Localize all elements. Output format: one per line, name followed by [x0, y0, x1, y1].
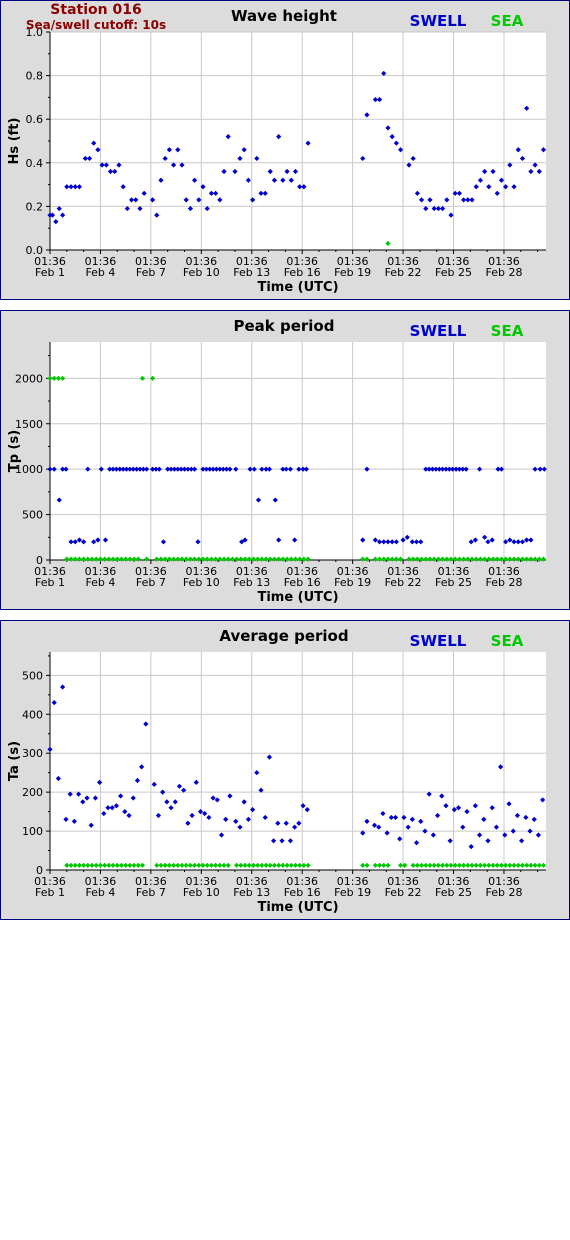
legend-swell: SWELL — [410, 12, 467, 30]
y-tick-label: 0.2 — [26, 200, 44, 213]
x-tick-date: Feb 25 — [435, 266, 472, 279]
x-tick-date: Feb 25 — [435, 576, 472, 589]
station-name: Station 016 — [50, 2, 142, 18]
y-tick-label: 0.6 — [26, 113, 44, 126]
y-tick-label: 0.4 — [26, 157, 44, 170]
plot-area — [50, 342, 546, 560]
wave-height-panel: 0.0 0.2 0.4 0.6 0.8 1.0 01:36 Feb 1 01:36 Feb 4 01… — [0, 0, 570, 300]
x-tick-date: Feb 22 — [385, 576, 422, 589]
wave-height-chart: 0.00.20.40.60.81.001:36Feb 101:36Feb 401… — [7, 7, 547, 295]
y-tick-label: 1500 — [15, 418, 43, 431]
x-tick-date: Feb 25 — [435, 886, 472, 899]
x-tick-date: Feb 7 — [136, 266, 166, 279]
y-axis-label: Ta (s) — [7, 741, 22, 781]
chart-title: Peak period — [234, 317, 335, 335]
x-tick-date: Feb 19 — [334, 886, 371, 899]
legend-swell: SWELL — [410, 322, 467, 340]
y-tick-label: 300 — [22, 747, 43, 760]
legend-sea: SEA — [491, 632, 524, 650]
x-tick-date: Feb 28 — [485, 576, 522, 589]
x-tick-date: Feb 13 — [233, 576, 270, 589]
x-axis-label: Time (UTC) — [257, 280, 338, 295]
average-period-chart: 010020030040050001:36Feb 101:36Feb 401:3… — [7, 627, 547, 915]
x-tick-date: Feb 19 — [334, 266, 371, 279]
y-tick-label: 0.8 — [26, 70, 44, 83]
x-axis-label: Time (UTC) — [257, 590, 338, 605]
y-tick-label: 400 — [22, 708, 43, 721]
x-tick-date: Feb 1 — [35, 266, 65, 279]
x-tick-date: Feb 13 — [233, 266, 270, 279]
x-tick-date: Feb 7 — [136, 576, 166, 589]
y-tick-label: 100 — [22, 825, 43, 838]
average-period-panel: 0 100 200 300 400 500 01:36 Feb 1 01:36 Feb 4 01:3… — [0, 620, 570, 920]
x-tick-date: Feb 10 — [183, 576, 220, 589]
x-tick-date: Feb 10 — [183, 266, 220, 279]
y-axis-label: Tp (s) — [7, 430, 22, 472]
x-tick-date: Feb 4 — [85, 266, 115, 279]
x-tick-date: Feb 4 — [85, 886, 115, 899]
x-tick-date: Feb 13 — [233, 886, 270, 899]
x-tick-date: Feb 28 — [485, 886, 522, 899]
peak-period-chart: 050010001500200001:36Feb 101:36Feb 401:3… — [7, 317, 547, 605]
y-tick-label: 200 — [22, 786, 43, 799]
x-tick-date: Feb 4 — [85, 576, 115, 589]
x-tick-date: Feb 22 — [385, 266, 422, 279]
legend-sea: SEA — [491, 322, 524, 340]
chart-title: Average period — [219, 627, 348, 645]
peak-period-panel: 0 500 1000 1500 2000 01:36 Feb 1 01:36 Feb 4 01:3… — [0, 310, 570, 610]
plot-area — [50, 32, 546, 250]
x-tick-date: Feb 10 — [183, 886, 220, 899]
y-tick-label: 500 — [22, 669, 43, 682]
x-tick-date: Feb 19 — [334, 576, 371, 589]
x-axis-label: Time (UTC) — [257, 900, 338, 915]
y-tick-label: 500 — [22, 509, 43, 522]
x-tick-date: Feb 16 — [284, 266, 321, 279]
x-tick-date: Feb 1 — [35, 886, 65, 899]
chart-title: Wave height — [231, 7, 337, 25]
legend-swell: SWELL — [410, 632, 467, 650]
x-tick-date: Feb 16 — [284, 576, 321, 589]
y-axis-label: Hs (ft) — [7, 118, 22, 165]
x-tick-date: Feb 16 — [284, 886, 321, 899]
cutoff-label: Sea/swell cutoff: 10s — [25, 18, 167, 32]
x-tick-date: Feb 1 — [35, 576, 65, 589]
x-tick-date: Feb 22 — [385, 886, 422, 899]
x-tick-date: Feb 28 — [485, 266, 522, 279]
y-tick-label: 2000 — [15, 372, 43, 385]
x-tick-date: Feb 7 — [136, 886, 166, 899]
plot-area — [50, 652, 546, 870]
legend-sea: SEA — [491, 12, 524, 30]
